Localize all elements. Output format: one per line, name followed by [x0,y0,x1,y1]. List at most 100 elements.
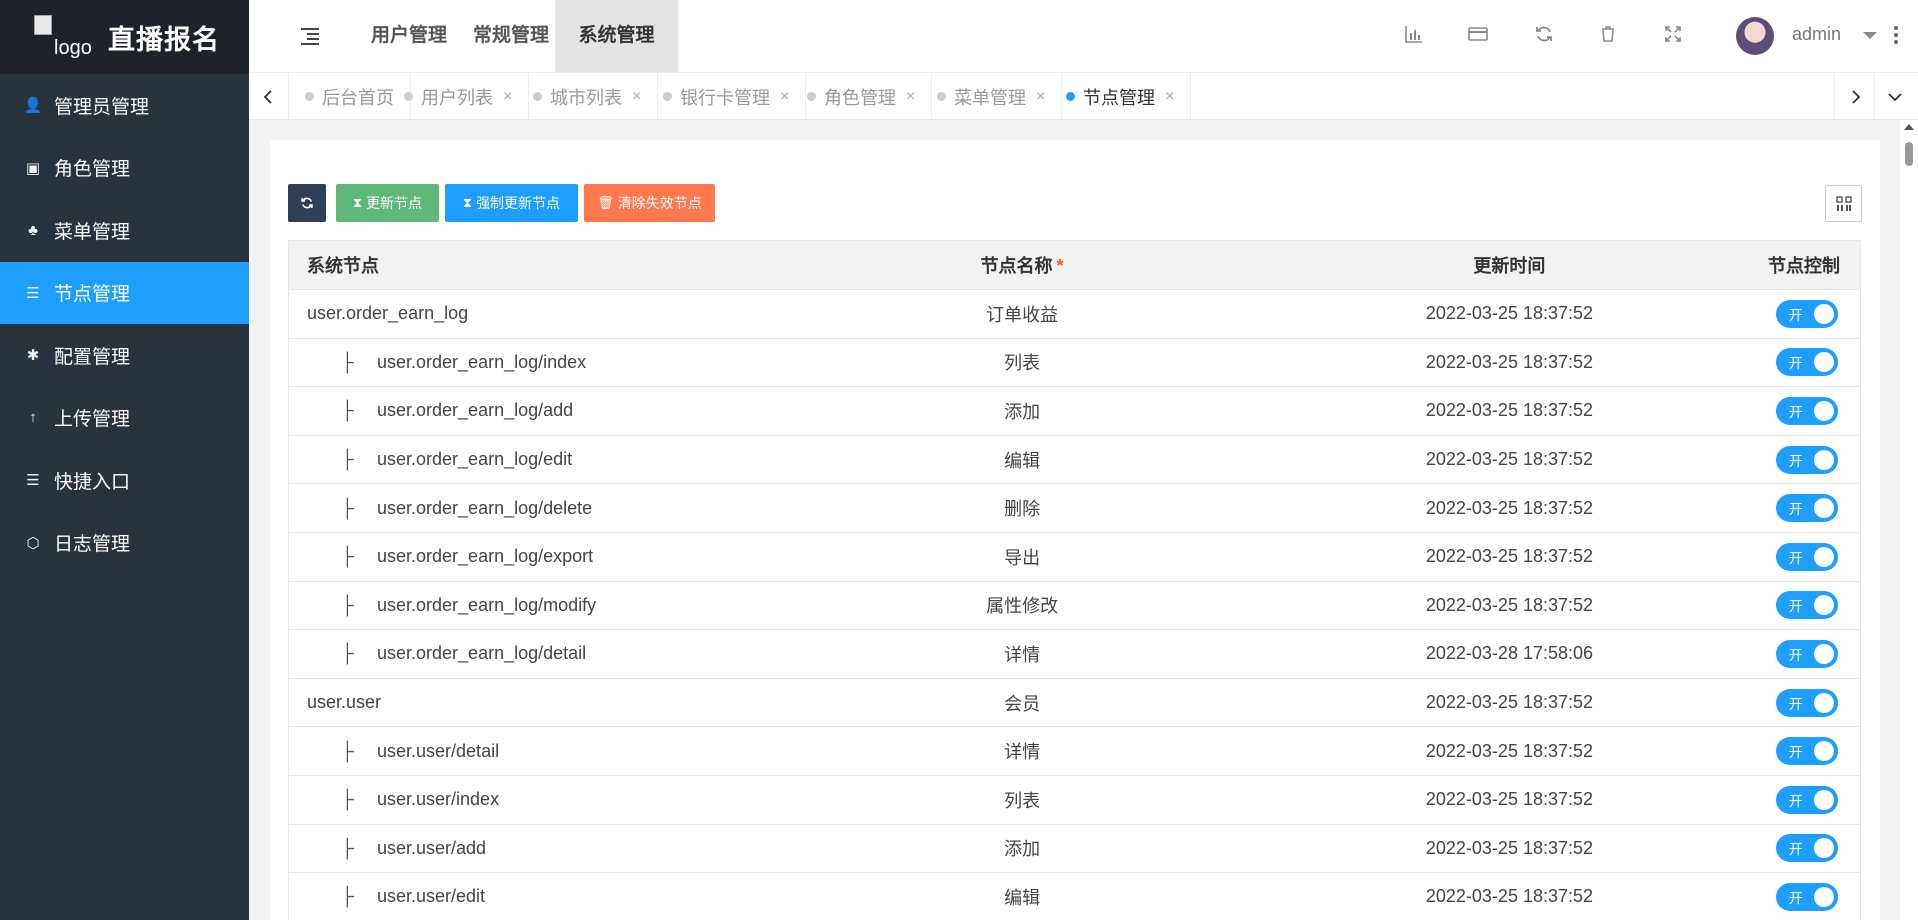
control-cell: 开 [1753,591,1860,620]
tab-scroll-left-button[interactable] [249,73,289,120]
avatar[interactable] [1736,17,1774,55]
credit-card-icon[interactable] [1467,24,1489,46]
top-tab-system-management[interactable]: 系统管理 [555,0,678,72]
close-icon[interactable]: × [503,88,512,106]
clear-invalid-nodes-button[interactable]: 🗑 清除失效节点 [584,184,715,222]
sidebar-item-2[interactable]: ♣ 菜单管理 [0,199,249,262]
sidebar-item-7[interactable]: ⬡ 日志管理 [0,512,249,575]
update-time-cell: 2022-03-25 18:37:52 [1425,789,1594,810]
switch-label: 开 [1788,501,1803,518]
refresh-icon[interactable] [1533,24,1555,46]
tab-scroll-right-button[interactable] [1834,73,1874,120]
page-tab-label: 后台首页 [322,87,394,108]
force-update-nodes-button[interactable]: ⧗ 强制更新节点 [445,184,578,222]
page-tab-2[interactable]: 城市列表 × [517,73,659,120]
node-name-cell[interactable]: 会员 [778,690,1265,716]
switch-knob [1813,838,1834,859]
scroll-up-icon[interactable] [1904,124,1914,130]
bar-chart-icon[interactable] [1403,24,1425,46]
sidebar-item-5[interactable]: ↑ 上传管理 [0,387,249,450]
node-cell: ├ user.user/add [289,838,778,859]
scroll-thumb[interactable] [1905,142,1913,166]
list-icon: ☰ [26,284,40,302]
chevron-down-icon [1887,92,1902,101]
node-toggle-switch[interactable]: 开 [1775,688,1838,717]
trash-icon: 🗑 [597,195,614,210]
menu-fold-icon[interactable] [301,28,319,45]
node-name-cell[interactable]: 添加 [778,398,1265,424]
control-cell: 开 [1753,688,1860,717]
node-toggle-switch[interactable]: 开 [1775,445,1838,474]
sidebar-item-6[interactable]: ☰ 快捷入口 [0,449,249,512]
node-name-cell[interactable]: 属性修改 [778,592,1265,618]
switch-knob [1813,400,1834,421]
chevron-left-icon [263,89,272,104]
node-cell: ├ user.order_earn_log/export [289,546,778,567]
node-toggle-switch[interactable]: 开 [1775,591,1838,620]
node-toggle-switch[interactable]: 开 [1775,639,1838,668]
node-name-cell[interactable]: 详情 [778,641,1265,667]
top-tab-general-management[interactable]: 常规管理 [453,0,569,72]
top-tab-user-management[interactable]: 用户管理 [351,0,467,72]
node-name-cell[interactable]: 编辑 [778,884,1265,910]
close-icon[interactable]: × [1036,88,1045,106]
trash-icon[interactable] [1597,24,1619,46]
node-cell: ├ user.order_earn_log/detail [289,643,778,664]
tree-branch-icon: ├ [341,740,354,761]
page-scrollbar[interactable] [1900,120,1918,920]
logo-image[interactable]: logo [34,15,98,59]
close-icon[interactable]: × [632,88,641,106]
page-tab-6[interactable]: 节点管理 × [1050,73,1192,120]
content-card: ⧗ 更新节点 ⧗ 强制更新节点 🗑 清除失效节点 系统节点 节点名称 * 更新时间… [270,140,1880,920]
node-toggle-switch[interactable]: 开 [1775,396,1838,425]
brand-title: 直播报名 [108,24,220,55]
node-name-cell[interactable]: 删除 [778,495,1265,521]
close-icon[interactable]: × [780,88,789,106]
node-toggle-switch[interactable]: 开 [1775,348,1838,377]
node-toggle-switch[interactable]: 开 [1775,299,1838,328]
user-name[interactable]: admin [1792,24,1841,45]
node-cell: ├ user.order_earn_log/add [289,400,778,421]
node-name-cell[interactable]: 导出 [778,544,1265,570]
node-cell: ├ user.order_earn_log/modify [289,595,778,616]
node-name-cell[interactable]: 列表 [778,787,1265,813]
sidebar-item-1[interactable]: ▣ 角色管理 [0,137,249,200]
column-filter-button[interactable] [1825,185,1862,222]
node-toggle-switch[interactable]: 开 [1775,737,1838,766]
chevron-down-icon[interactable] [1863,32,1877,39]
refresh-icon [301,197,313,209]
node-toggle-switch[interactable]: 开 [1775,542,1838,571]
close-icon[interactable]: × [906,88,915,106]
node-toggle-switch[interactable]: 开 [1775,494,1838,523]
node-name-cell[interactable]: 编辑 [778,447,1265,473]
node-name-cell[interactable]: 订单收益 [778,301,1265,327]
sidebar-menu: 👤 管理员管理 ▣ 角色管理 ♣ 菜单管理 ☰ 节点管理 ✱ 配置管理 ↑ 上传管理 ☰ 快捷入口 ⬡ 日志管… [0,74,249,574]
fullscreen-icon[interactable] [1662,24,1684,46]
node-toggle-switch[interactable]: 开 [1775,834,1838,863]
update-time-cell: 2022-03-25 18:37:52 [1425,449,1594,470]
node-toggle-switch[interactable]: 开 [1775,882,1838,911]
update-nodes-button[interactable]: ⧗ 更新节点 [336,184,439,222]
refresh-button[interactable] [288,184,326,222]
node-toggle-switch[interactable]: 开 [1775,785,1838,814]
page-tab-5[interactable]: 菜单管理 × [921,73,1063,120]
sidebar-item-4[interactable]: ✱ 配置管理 [0,324,249,387]
node-name-cell[interactable]: 列表 [778,349,1265,375]
update-time-cell: 2022-03-25 18:37:52 [1425,594,1594,615]
node-name-cell[interactable]: 添加 [778,835,1265,861]
sidebar-item-0[interactable]: 👤 管理员管理 [0,74,249,137]
tab-menu-button[interactable] [1874,73,1914,120]
tree-branch-icon: ├ [341,351,354,372]
switch-knob [1813,546,1834,567]
sidebar-item-3[interactable]: ☰ 节点管理 [0,261,249,324]
control-cell: 开 [1753,445,1860,474]
more-vertical-icon[interactable] [1894,26,1898,47]
page-tab-4[interactable]: 角色管理 × [791,73,933,120]
page-tab-3[interactable]: 银行卡管理 × [647,73,807,120]
page-tab-1[interactable]: 用户列表 × [388,73,530,120]
update-time-cell: 2022-03-28 17:58:06 [1425,643,1594,664]
node-name-cell[interactable]: 详情 [778,738,1265,764]
update-time-cell: 2022-03-25 18:37:52 [1425,497,1594,518]
close-icon[interactable]: × [1165,88,1174,106]
switch-label: 开 [1788,889,1803,906]
